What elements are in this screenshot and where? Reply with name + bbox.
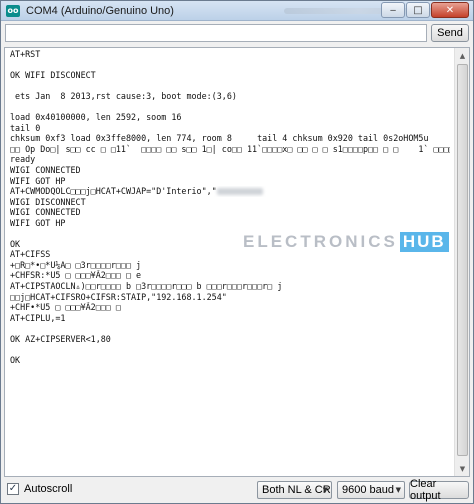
output-line-text: ets Jan 8 2013,rst cause:3, boot mode:(3…: [10, 91, 237, 102]
autoscroll-toggle[interactable]: ✓ Autoscroll: [7, 483, 72, 495]
output-line: ready: [10, 154, 450, 165]
baud-rate-value: 9600 baud: [342, 484, 394, 496]
output-line-text: OK: [10, 354, 21, 365]
output-line-text: +CHF•*U5 □ □□□¥Ã2□□□ □: [10, 302, 121, 313]
output-line: +CHFSR:*U5 □ □□□¥Ã2□□□ □ e: [10, 270, 450, 281]
title-bar[interactable]: oo COM4 (Arduino/Genuino Uno) ‒ □ ✕: [1, 1, 473, 21]
output-line: AT+CIPSTAOCLN▵)□□r□□□□ b □3r□□□□r□□□ b □…: [10, 281, 450, 292]
chevron-down-icon: ▼: [322, 486, 328, 494]
output-line-text: chksum 0xf3 load 0x3ffe8000, len 774, ro…: [10, 133, 429, 144]
scroll-up-icon[interactable]: ▲: [456, 48, 469, 63]
serial-output-panel[interactable]: AT+RST OK WIFI DISCONECT ets Jan 8 2013,r…: [4, 47, 470, 477]
output-line: OK: [10, 355, 450, 366]
baud-rate-select[interactable]: 9600 baud ▼: [337, 481, 405, 499]
output-line-text: tail 0: [10, 122, 41, 133]
watermark-box: HUB: [399, 232, 449, 252]
output-line-text: WIGI CONNECTED: [10, 165, 81, 176]
output-line: WIFI GOT HP: [10, 176, 450, 187]
redacted-password: [216, 188, 263, 196]
output-line: +CHF•*U5 □ □□□¥Ã2□□□ □: [10, 302, 450, 313]
output-line: AT+CWMODQOLC□□□j□HCAT+CWJAP="D'Interio",…: [10, 186, 450, 197]
output-line-text: load 0x40100000, len 2592, soom 16: [10, 112, 182, 123]
output-line-text: AT+CIFSS: [10, 249, 51, 260]
serial-monitor-window: oo COM4 (Arduino/Genuino Uno) ‒ □ ✕ Send…: [0, 0, 474, 504]
line-ending-value: Both NL & CR: [262, 484, 331, 496]
arduino-icon: oo: [6, 4, 20, 17]
footer-bar: ✓ Autoscroll Both NL & CR ▼ 9600 baud ▼ …: [5, 478, 469, 502]
output-line-text: OK: [10, 238, 21, 249]
output-line: ets Jan 8 2013,rst cause:3, boot mode:(3…: [10, 91, 450, 102]
output-line-text: OK WIFI DISCONECT: [10, 70, 96, 81]
output-line-text: +CHFSR:*U5 □ □□□¥Ã2□□□ □ e: [10, 270, 142, 281]
output-line: AT+RST: [10, 49, 450, 60]
watermark: ELECTRONICS HUB: [243, 232, 449, 252]
output-line: +□R□*•□*U¼A□ □3r□□□□r□□□ j: [10, 260, 450, 271]
command-bar: Send: [5, 24, 469, 44]
output-line: WIGI DISCONNECT: [10, 197, 450, 208]
output-line-text: AT+CWMODQOLC□□□j□HCAT+CWJAP="D'Interio",…: [10, 186, 217, 197]
command-input[interactable]: [5, 24, 427, 42]
watermark-text: ELECTRONICS: [243, 232, 398, 251]
output-line-text: WIFI GOT HP: [10, 217, 66, 228]
scrollbar-thumb[interactable]: [457, 64, 468, 456]
autoscroll-checkbox[interactable]: ✓: [7, 483, 19, 495]
line-ending-select[interactable]: Both NL & CR ▼: [257, 481, 332, 499]
output-line-text: OK AZ+CIPSERVER<1,80: [10, 333, 111, 344]
output-line-text: □□j□HCAT+CIFSRO+CIFSR:STAIP,"192.168.1.2…: [10, 291, 227, 302]
output-line-text: ready: [10, 154, 36, 165]
close-button[interactable]: ✕: [431, 2, 469, 18]
output-line-text: WIFI GOT HP: [10, 175, 66, 186]
clear-output-button[interactable]: Clear output: [409, 478, 469, 502]
chevron-down-icon: ▼: [395, 486, 401, 494]
vertical-scrollbar[interactable]: ▲ ▼: [454, 48, 469, 476]
output-line: AT+CIPLU,=1: [10, 313, 450, 324]
output-line: WIFI GOT HP: [10, 218, 450, 229]
output-line-text: AT+CIPLU,=1: [10, 312, 66, 323]
output-line-text: AT+RST: [10, 49, 41, 59]
output-line-text: WIGI DISCONNECT: [10, 196, 86, 207]
output-line: load 0x40100000, len 2592, soom 16: [10, 112, 450, 123]
output-line-text: +□R□*•□*U¼A□ □3r□□□□r□□□ j: [10, 259, 142, 270]
output-line: WIGI CONNECTED: [10, 165, 450, 176]
output-line-text: WIGI CONNECTED: [10, 207, 81, 218]
serial-output-text: AT+RST OK WIFI DISCONECT ets Jan 8 2013,r…: [10, 49, 450, 365]
output-line: OK AZ+CIPSERVER<1,80: [10, 334, 450, 345]
output-line: OK WIFI DISCONECT: [10, 70, 450, 81]
autoscroll-label: Autoscroll: [24, 483, 73, 495]
output-line: □□ Op Do□| s□□ cc □ □11` □□□□ □□ s□□ 1□|…: [10, 144, 450, 155]
output-line-text: □□ Op Do□| s□□ cc □ □11` □□□□ □□ s□□ 1□|…: [10, 143, 450, 154]
output-line-text: AT+CIPSTAOCLN▵)□□r□□□□ b □3r□□□□r□□□ b □…: [10, 281, 283, 292]
output-line: □□j□HCAT+CIFSRO+CIFSR:STAIP,"192.168.1.2…: [10, 292, 450, 303]
scroll-down-icon[interactable]: ▼: [456, 461, 469, 476]
minimize-button[interactable]: ‒: [381, 2, 405, 18]
output-line: WIGI CONNECTED: [10, 207, 450, 218]
send-button[interactable]: Send: [431, 24, 469, 42]
output-line: chksum 0xf3 load 0x3ffe8000, len 774, ro…: [10, 133, 450, 144]
maximize-button[interactable]: □: [406, 2, 430, 18]
window-controls: ‒ □ ✕: [381, 2, 469, 18]
window-title: COM4 (Arduino/Genuino Uno): [26, 4, 174, 17]
output-line: tail 0: [10, 123, 450, 134]
